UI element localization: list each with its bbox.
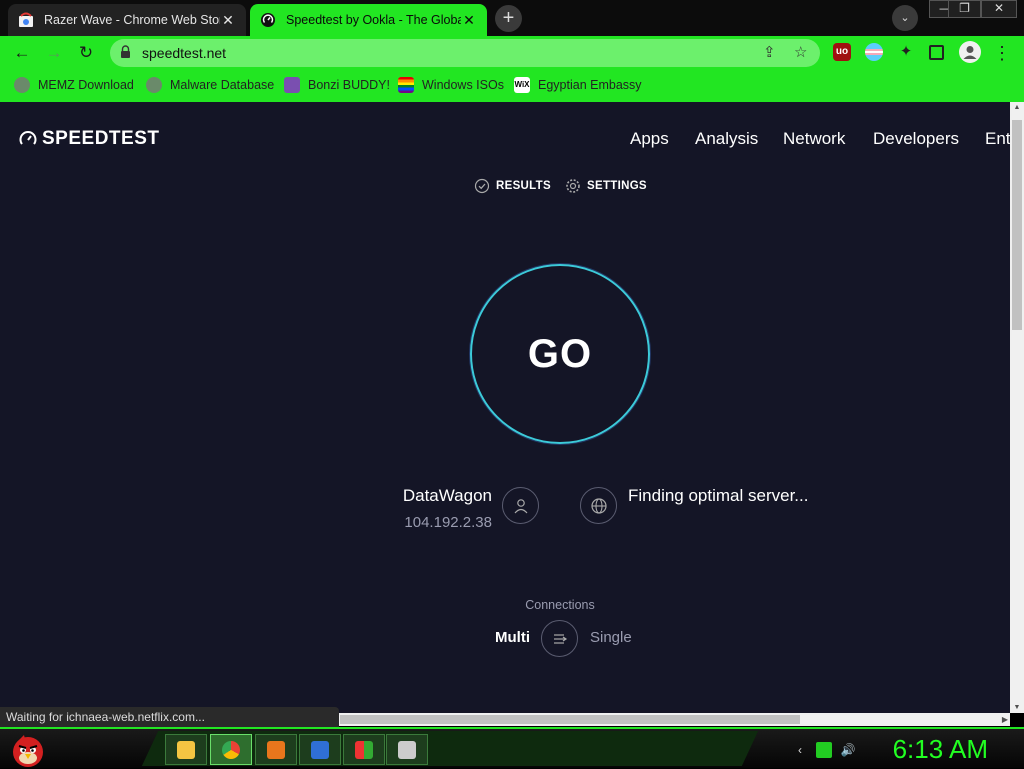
bookmark-bonzi-buddy[interactable]: Bonzi BUDDY! (284, 77, 390, 93)
side-panel-icon[interactable] (929, 45, 944, 60)
back-button[interactable]: ← (10, 41, 34, 65)
tab-title: Speedtest by Ookla - The Global (286, 13, 461, 27)
computer-icon (398, 740, 416, 759)
isp-name: DataWagon (402, 486, 492, 505)
bookmark-label: MEMZ Download (38, 78, 134, 92)
tab-strip: Razer Wave - Chrome Web Store ✕ Speedtes… (0, 0, 1024, 36)
maximize-button[interactable]: ❐ (948, 0, 981, 18)
tab-search-button[interactable]: ⌄ (892, 5, 918, 31)
speedtest-logo[interactable]: SPEEDTEST (18, 128, 159, 150)
lock-icon (121, 45, 130, 58)
globe-icon (14, 77, 30, 93)
taskbar-app-5[interactable] (343, 734, 385, 765)
results-label: RESULTS (496, 180, 551, 192)
new-tab-button[interactable]: + (495, 5, 522, 32)
bookmark-label: Egyptian Embassy (538, 78, 642, 92)
go-button[interactable]: GO (470, 264, 650, 444)
ublock-origin-icon[interactable]: uo (833, 43, 851, 61)
nav-enterprise[interactable]: Ent (985, 129, 1010, 149)
browser-toolbar: ← → ↻ speedtest.net ⇪ ☆ uo ✦ ⋮ (0, 36, 1024, 70)
share-icon[interactable]: ⇪ (763, 43, 776, 61)
globe-icon (146, 77, 162, 93)
taskbar-file-explorer[interactable] (165, 734, 207, 765)
chrome-menu-icon[interactable]: ⋮ (990, 41, 1014, 65)
bonzi-icon (284, 77, 300, 93)
bookmark-egyptian-embassy[interactable]: WiX Egyptian Embassy (514, 77, 642, 93)
taskbar-app-3[interactable] (255, 734, 297, 765)
network-app-icon (311, 740, 329, 759)
globe-icon[interactable] (580, 487, 617, 524)
scroll-thumb[interactable] (340, 715, 800, 724)
taskbar: ‹ 🔊 6:13 AM (0, 727, 1024, 768)
nav-apps[interactable]: Apps (630, 129, 669, 149)
tab-speedtest[interactable]: Speedtest by Ookla - The Global ✕ (250, 4, 487, 36)
windows-app-icon (355, 740, 373, 759)
tab-title: Razer Wave - Chrome Web Store (44, 13, 220, 27)
profile-avatar-icon[interactable] (959, 41, 981, 63)
wix-icon: WiX (514, 77, 530, 93)
gear-icon (566, 179, 580, 193)
nav-network[interactable]: Network (783, 129, 845, 149)
results-link[interactable]: RESULTS (474, 178, 551, 194)
scroll-thumb[interactable] (1012, 120, 1022, 330)
nav-developers[interactable]: Developers (873, 129, 959, 149)
vertical-scrollbar[interactable]: ▲ ▼ (1010, 102, 1024, 713)
speedtest-icon (261, 13, 275, 27)
taskbar-clock[interactable]: 6:13 AM (893, 734, 988, 765)
extensions-puzzle-icon[interactable]: ✦ (897, 43, 915, 61)
speedtest-page: SPEEDTEST Apps Analysis Network Develope… (0, 102, 1010, 713)
scroll-right-arrow-icon[interactable]: ▶ (1002, 715, 1008, 724)
start-button-icon[interactable] (8, 731, 48, 769)
chrome-web-store-icon (19, 12, 33, 27)
settings-link[interactable]: SETTINGS (565, 178, 647, 194)
taskbar-app-6[interactable] (386, 734, 428, 765)
reload-button[interactable]: ↻ (74, 41, 98, 65)
media-icon (267, 740, 285, 759)
user-icon (502, 487, 539, 524)
tray-arrow-icon[interactable]: ‹ (792, 742, 808, 758)
connections-multi[interactable]: Multi (495, 629, 530, 646)
folder-icon (177, 740, 195, 759)
forward-button[interactable]: → (42, 41, 66, 65)
bookmark-memz[interactable]: MEMZ Download (14, 77, 134, 93)
isp-ip: 104.192.2.38 (404, 514, 492, 531)
settings-label: SETTINGS (587, 180, 647, 192)
close-window-button[interactable]: ✕ (981, 0, 1017, 18)
speedometer-icon (19, 131, 37, 145)
scroll-down-arrow-icon[interactable]: ▼ (1010, 704, 1024, 711)
bookmark-windows-isos[interactable]: Windows ISOs (398, 77, 504, 93)
bookmark-label: Bonzi BUDDY! (308, 78, 390, 92)
connections-toggle-icon[interactable] (541, 620, 578, 657)
connections-single[interactable]: Single (590, 629, 632, 646)
connections-label: Connections (525, 598, 595, 612)
check-circle-icon (474, 178, 490, 194)
tab-close-icon[interactable]: ✕ (220, 12, 236, 29)
bookmark-malware-database[interactable]: Malware Database (146, 77, 274, 93)
url-text[interactable]: speedtest.net (142, 45, 226, 61)
bookmark-label: Windows ISOs (422, 78, 504, 92)
tray-network-icon[interactable] (816, 742, 832, 758)
address-bar[interactable]: speedtest.net ⇪ ☆ (110, 39, 820, 67)
windows-icon (398, 77, 414, 93)
tray-volume-icon[interactable]: 🔊 (840, 742, 856, 758)
chrome-icon (222, 740, 240, 759)
bookmark-label: Malware Database (170, 78, 275, 92)
tab-razer-wave[interactable]: Razer Wave - Chrome Web Store ✕ (8, 4, 246, 36)
extension-flag-icon[interactable] (865, 43, 883, 61)
taskbar-chrome[interactable] (210, 734, 252, 765)
status-bar: Waiting for ichnaea-web.netflix.com... (0, 707, 339, 728)
scroll-up-arrow-icon[interactable]: ▲ (1010, 104, 1024, 111)
taskbar-app-4[interactable] (299, 734, 341, 765)
server-status: Finding optimal server... (628, 486, 809, 505)
nav-analysis[interactable]: Analysis (695, 129, 758, 149)
logo-text: SPEEDTEST (42, 128, 160, 149)
bookmark-star-icon[interactable]: ☆ (794, 43, 807, 61)
tab-close-icon[interactable]: ✕ (461, 12, 477, 29)
bookmarks-bar: MEMZ Download Malware Database Bonzi BUD… (0, 70, 1024, 102)
